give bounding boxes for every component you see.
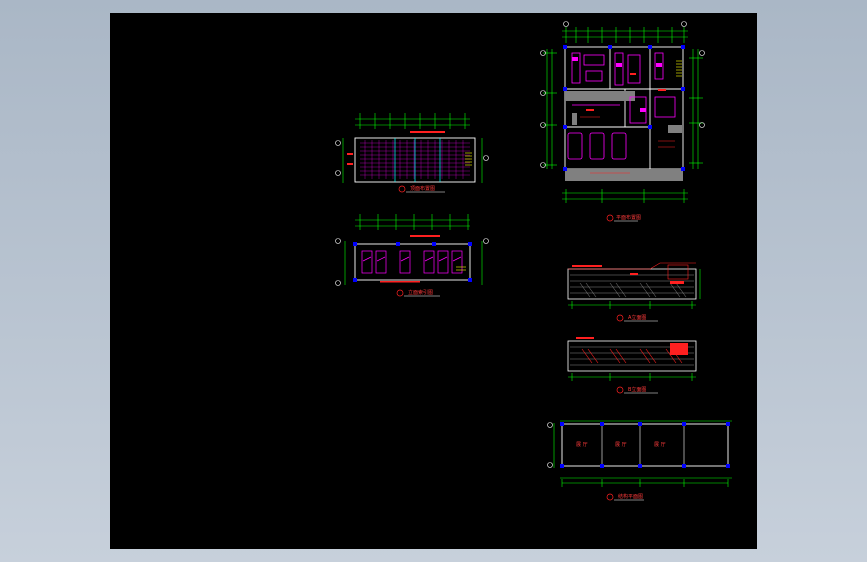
cad-drawing-sheet: 平面布置图 顶面布置图 立面索引图 A立面图 B立面图 展 厅 展 厅 展 厅 … bbox=[335, 21, 733, 501]
elevation-b-title: B立面图 bbox=[628, 386, 646, 393]
furniture-plan-title: 立面索引图 bbox=[408, 289, 433, 296]
cad-drawing-canvas[interactable]: 平面布置图 顶面布置图 立面索引图 A立面图 B立面图 展 厅 展 厅 展 厅 … bbox=[110, 13, 757, 549]
room-label-3: 展 厅 bbox=[654, 442, 666, 448]
floor-plan-main[interactable]: 平面布置图 bbox=[540, 21, 705, 222]
ceiling-plan-title: 顶面布置图 bbox=[410, 185, 435, 192]
room-label-2: 展 厅 bbox=[615, 442, 627, 448]
elevation-b[interactable]: B立面图 bbox=[567, 337, 697, 394]
structure-plan[interactable]: 展 厅 展 厅 展 厅 结构平面图 bbox=[547, 420, 733, 501]
furniture-plan[interactable]: 立面索引图 bbox=[335, 214, 489, 297]
structure-plan-title: 结构平面图 bbox=[618, 493, 643, 500]
floor-plan-title: 平面布置图 bbox=[616, 214, 641, 221]
elevation-a[interactable]: A立面图 bbox=[567, 262, 701, 322]
ceiling-plan[interactable]: 顶面布置图 bbox=[335, 113, 489, 193]
room-label-1: 展 厅 bbox=[576, 442, 588, 448]
elevation-a-title: A立面图 bbox=[628, 314, 646, 321]
